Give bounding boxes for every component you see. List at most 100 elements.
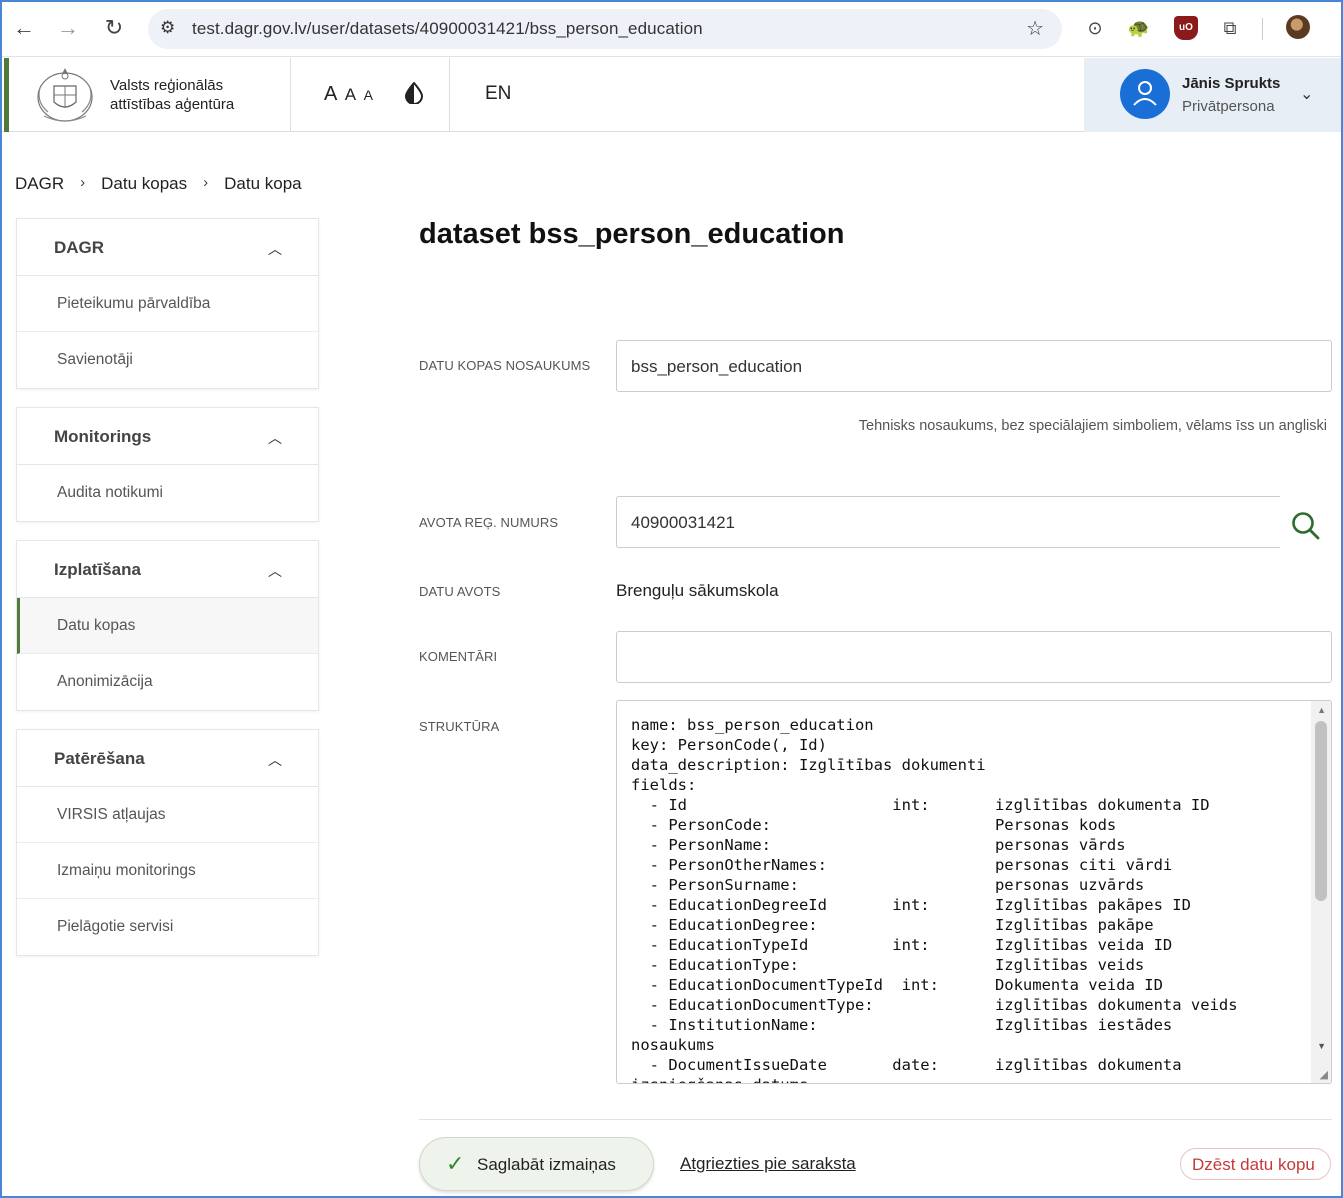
user-menu[interactable]: Jānis Sprukts Privātpersona ⌄	[1084, 58, 1341, 132]
chevron-up-icon[interactable]: ︿	[268, 561, 282, 581]
sidebar-group-header[interactable]: DAGR ︿	[17, 219, 318, 276]
save-changes-button[interactable]: ✓ Saglabāt izmaiņas	[419, 1137, 654, 1191]
sidebar-item-audit-events[interactable]: Audita notikumi	[17, 465, 318, 521]
form-divider	[419, 1119, 1332, 1120]
browser-profile-avatar[interactable]	[1286, 15, 1310, 39]
resize-handle-icon[interactable]: ◢	[1320, 1068, 1328, 1081]
sidebar-item-label: Savienotāji	[57, 351, 133, 368]
dataset-name-input[interactable]: bss_person_education	[616, 340, 1332, 392]
sidebar-item-label: Audita notikumi	[57, 484, 163, 501]
user-avatar	[1120, 69, 1170, 119]
forward-arrow-icon[interactable]: →	[54, 14, 82, 42]
coat-of-arms-logo-icon[interactable]	[32, 64, 98, 126]
dataset-name-value: bss_person_education	[631, 357, 803, 376]
sidebar-group-dagr: DAGR ︿ Pieteikumu pārvaldība Savienotāji	[16, 218, 319, 389]
user-icon	[1133, 81, 1157, 106]
contrast-toggle-icon[interactable]	[404, 82, 424, 104]
url-text[interactable]: test.dagr.gov.lv/user/datasets/409000314…	[192, 19, 703, 39]
search-icon[interactable]	[1290, 510, 1320, 540]
breadcrumb-item-current: Datu kopa	[224, 174, 302, 193]
save-changes-label: Saglabāt izmaiņas	[477, 1155, 616, 1174]
data-source-value: Brenguļu sākumskola	[616, 581, 779, 600]
agency-name-line2: attīstības aģentūra	[110, 96, 235, 113]
scrollbar-thumb[interactable]	[1315, 721, 1327, 901]
scroll-down-arrow-icon[interactable]: ▼	[1317, 1041, 1326, 1051]
breadcrumb-item-datasets[interactable]: Datu kopas	[101, 174, 187, 194]
browser-window: ← → ↻ ⚙ test.dagr.gov.lv/user/datasets/4…	[0, 0, 1343, 1198]
sidebar-group-monitoring: Monitorings ︿ Audita notikumi	[16, 407, 319, 522]
sidebar-group-distribution: Izplatīšana ︿ Datu kopas Anonimizācija	[16, 540, 319, 711]
ublock-icon[interactable]: uO	[1174, 16, 1198, 40]
chevron-right-icon: ›	[203, 174, 209, 191]
sidebar-item-custom-services[interactable]: Pielāgotie servisi	[17, 899, 318, 955]
chevron-right-icon: ›	[80, 174, 86, 191]
structure-textarea[interactable]: name: bss_person_education key: PersonCo…	[616, 700, 1332, 1084]
delete-dataset-label: Dzēst datu kopu	[1192, 1155, 1315, 1174]
structure-label: STRUKTŪRA	[419, 719, 500, 734]
sidebar-item-label: Pielāgotie servisi	[57, 918, 174, 935]
chevron-up-icon[interactable]: ︿	[268, 750, 282, 770]
user-role: Privātpersona	[1182, 98, 1275, 115]
dataset-name-label: DATU KOPAS NOSAUKUMS	[419, 358, 591, 373]
sidebar-item-connectors[interactable]: Savienotāji	[17, 332, 318, 388]
header-divider	[449, 58, 450, 132]
user-name: Jānis Sprukts	[1182, 75, 1281, 92]
extension-turtle-icon[interactable]: 🐢	[1127, 16, 1151, 40]
sidebar-group-header[interactable]: Monitorings ︿	[17, 408, 318, 465]
browser-toolbar: ← → ↻ ⚙ test.dagr.gov.lv/user/datasets/4…	[2, 2, 1341, 57]
sidebar-item-label: VIRSIS atļaujas	[57, 806, 166, 823]
site-settings-icon[interactable]: ⚙	[160, 18, 175, 38]
font-size-large-button[interactable]: A	[324, 83, 337, 105]
brand-accent-bar	[4, 58, 9, 132]
sidebar-item-virsis-permissions[interactable]: VIRSIS atļaujas	[17, 787, 318, 843]
sidebar-item-datasets[interactable]: Datu kopas	[17, 598, 318, 654]
textarea-scrollbar[interactable]: ▲ ▼	[1311, 701, 1331, 1083]
back-to-list-link[interactable]: Atgriezties pie saraksta	[680, 1154, 856, 1174]
sidebar-group-consumption: Patērēšana ︿ VIRSIS atļaujas Izmaiņu mon…	[16, 729, 319, 956]
back-arrow-icon[interactable]: ←	[10, 14, 38, 42]
sidebar-item-change-monitoring[interactable]: Izmaiņu monitorings	[17, 843, 318, 899]
sidebar-item-label: Datu kopas	[57, 617, 136, 634]
agency-name[interactable]: Valsts reģionālās attīstības aģentūra	[110, 76, 234, 114]
sidebar-group-header[interactable]: Izplatīšana ︿	[17, 541, 318, 598]
source-reg-number-label: AVOTA REĢ. NUMURS	[419, 515, 559, 530]
sidebar-item-anonymization[interactable]: Anonimizācija	[17, 654, 318, 710]
address-bar[interactable]: ⚙ test.dagr.gov.lv/user/datasets/4090003…	[148, 9, 1062, 49]
sidebar-group-title: Monitorings	[54, 427, 152, 446]
chevron-down-icon[interactable]: ⌄	[1300, 84, 1313, 104]
font-size-small-button[interactable]: A	[364, 87, 373, 103]
reload-icon[interactable]: ↻	[100, 14, 128, 42]
breadcrumb-item-dagr[interactable]: DAGR	[15, 174, 64, 194]
dataset-name-hint: Tehnisks nosaukums, bez speciālajiem sim…	[858, 418, 1327, 434]
chevron-up-icon[interactable]: ︿	[268, 239, 282, 259]
source-reg-number-input[interactable]: 40900031421	[616, 496, 1280, 548]
toolbar-divider	[1262, 18, 1263, 40]
sidebar-group-title: Izplatīšana	[54, 560, 141, 579]
sidebar-item-label: Izmaiņu monitorings	[57, 862, 196, 879]
sidebar-item-label: Anonimizācija	[57, 673, 153, 690]
checkmark-icon: ✓	[446, 1151, 465, 1176]
header-divider	[290, 58, 291, 132]
page-title: dataset bss_person_education	[419, 218, 845, 250]
agency-name-line1: Valsts reģionālās	[110, 77, 224, 94]
site-header: Valsts reģionālās attīstības aģentūra A …	[2, 58, 1341, 132]
sidebar-group-title: DAGR	[54, 238, 105, 257]
extension-code-icon[interactable]: ⊙	[1083, 16, 1107, 40]
sidebar-group-title: Patērēšana	[54, 749, 145, 768]
extensions-puzzle-icon[interactable]: ⧉	[1218, 16, 1242, 40]
data-source-label: DATU AVOTS	[419, 584, 501, 599]
font-size-medium-button[interactable]: A	[345, 85, 356, 104]
comments-label: KOMENTĀRI	[419, 649, 498, 664]
scroll-up-arrow-icon[interactable]: ▲	[1317, 705, 1326, 715]
breadcrumb: DAGR › Datu kopas › Datu kopa	[15, 174, 302, 194]
browser-menu-icon[interactable]: ⋮	[1333, 14, 1341, 35]
sidebar-item-label: Pieteikumu pārvaldība	[57, 295, 211, 312]
chevron-up-icon[interactable]: ︿	[268, 428, 282, 448]
sidebar-group-header[interactable]: Patērēšana ︿	[17, 730, 318, 787]
sidebar-item-applications[interactable]: Pieteikumu pārvaldība	[17, 276, 318, 332]
font-size-controls: A A A	[324, 83, 376, 106]
language-switch[interactable]: EN	[485, 83, 511, 105]
comments-input[interactable]	[616, 631, 1332, 683]
delete-dataset-button[interactable]: Dzēst datu kopu	[1180, 1148, 1331, 1180]
bookmark-star-icon[interactable]: ☆	[1026, 16, 1044, 41]
